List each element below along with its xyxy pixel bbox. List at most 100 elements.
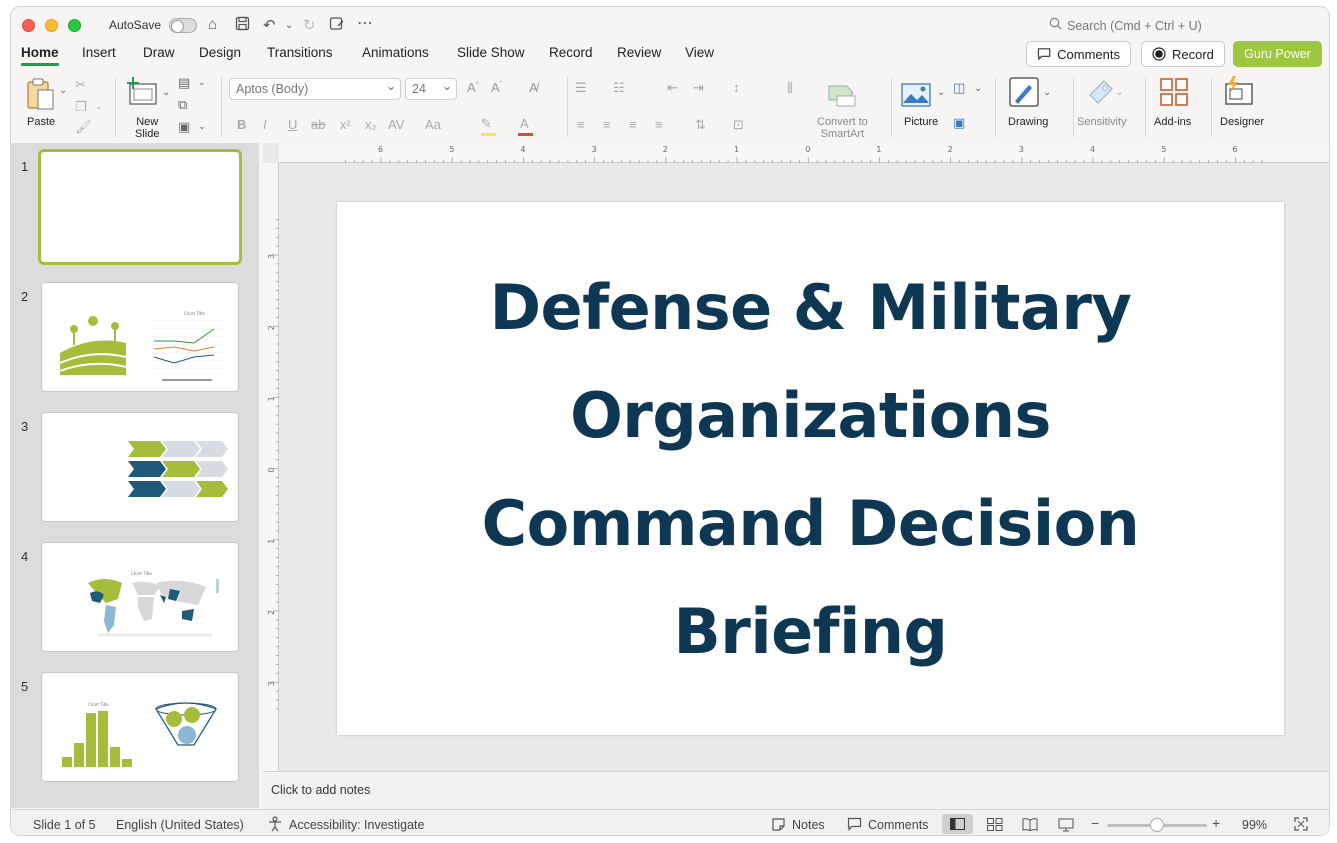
align-text-icon[interactable]: ⊡	[733, 117, 744, 133]
columns-icon[interactable]: ⫼	[787, 80, 793, 96]
paste-icon[interactable]	[25, 77, 57, 111]
undo-icon[interactable]: ↶	[263, 16, 276, 34]
picture-icon[interactable]	[901, 83, 931, 107]
underline-icon[interactable]: U	[288, 117, 297, 132]
addins-icon[interactable]	[1159, 77, 1189, 107]
highlight-icon[interactable]: ✎	[481, 116, 492, 132]
text-direction-icon[interactable]: ⇅	[695, 117, 706, 133]
paste-dropdown-icon[interactable]: ⌄	[59, 85, 67, 96]
zoom-out-button[interactable]: −	[1091, 815, 1099, 831]
home-icon[interactable]: ⌂	[208, 16, 217, 33]
new-slide-icon[interactable]	[127, 77, 159, 107]
align-right-icon[interactable]: ≡	[629, 117, 637, 132]
slide-editor[interactable]: 6543210123456 3210123 Defense & Military…	[263, 143, 1329, 771]
section-icon[interactable]: ▣	[178, 119, 190, 135]
minimize-window-button[interactable]	[45, 19, 58, 32]
align-left-icon[interactable]: ≡	[577, 117, 585, 132]
zoom-window-button[interactable]	[68, 19, 81, 32]
layout-icon[interactable]: ▤	[178, 75, 190, 91]
shapes-icon[interactable]: ◫	[953, 80, 965, 96]
clear-formatting-icon[interactable]: A̸	[529, 80, 538, 95]
notes-pane[interactable]: Click to add notes	[263, 771, 1329, 809]
thumbnail-slide-1[interactable]	[38, 149, 242, 265]
change-case-icon[interactable]: Aa	[425, 117, 441, 132]
thumbnail-slide-3[interactable]	[41, 412, 239, 522]
tab-record[interactable]: Record	[549, 45, 593, 60]
superscript-icon[interactable]: x²	[340, 117, 351, 132]
line-spacing-icon[interactable]: ↕	[733, 80, 740, 95]
character-spacing-icon[interactable]: AV	[388, 117, 404, 132]
notes-icon[interactable]	[771, 817, 786, 835]
copy-icon[interactable]: ❐	[75, 99, 87, 115]
zoom-level[interactable]: 99%	[1242, 818, 1267, 832]
save-icon[interactable]	[235, 16, 250, 35]
new-slide-dropdown-icon[interactable]: ⌄	[162, 87, 170, 98]
increase-font-icon[interactable]: A^	[467, 80, 479, 95]
tab-view[interactable]: View	[685, 45, 714, 60]
slide-title-placeholder[interactable]: Defense & Military Organizations Command…	[337, 254, 1284, 686]
horizontal-ruler[interactable]: 6 5 4 3 2 1 0 1 2 3 4 5 6	[279, 143, 1329, 163]
shapes-dropdown-icon[interactable]: ⌄	[974, 83, 982, 94]
justify-icon[interactable]: ≡	[655, 117, 663, 132]
thumbnail-slide-2[interactable]: Chart Title	[41, 282, 239, 392]
increase-indent-icon[interactable]: ⇥	[693, 80, 704, 96]
copy-dropdown-icon[interactable]: ⌄	[95, 101, 103, 112]
redo-icon[interactable]: ↻	[303, 16, 316, 34]
current-slide[interactable]: Defense & Military Organizations Command…	[337, 202, 1284, 735]
zoom-in-button[interactable]: +	[1212, 815, 1220, 831]
italic-icon[interactable]: I	[263, 117, 267, 132]
thumbnail-slide-4[interactable]: Chart Title	[41, 542, 239, 652]
notes-toggle[interactable]: Notes	[792, 818, 825, 832]
close-window-button[interactable]	[22, 19, 35, 32]
tab-review[interactable]: Review	[617, 45, 661, 60]
sensitivity-dropdown-icon[interactable]: ⌄	[1115, 87, 1123, 98]
thumbnail-slide-5[interactable]: Chart Title	[41, 672, 239, 782]
comments-toggle[interactable]: Comments	[868, 818, 928, 832]
subscript-icon[interactable]: x₂	[365, 117, 377, 132]
tab-animations[interactable]: Animations	[362, 45, 429, 60]
strikethrough-icon[interactable]: ab	[311, 117, 325, 132]
comments-status-icon[interactable]	[847, 817, 862, 834]
align-center-icon[interactable]: ≡	[603, 117, 611, 132]
font-size-combo[interactable]: 24	[405, 78, 457, 100]
sensitivity-icon[interactable]	[1086, 77, 1116, 107]
undo-dropdown-icon[interactable]: ⌄	[285, 20, 293, 31]
slide-thumbnails-pane[interactable]: 1 2 Chart Title 3 4 Chart Title 5 Chart …	[11, 143, 259, 808]
fit-to-window-icon[interactable]	[1294, 817, 1308, 831]
reading-view-icon[interactable]	[1022, 818, 1038, 831]
decrease-font-icon[interactable]: Aˇ	[491, 80, 502, 95]
more-icon[interactable]: ⋯	[357, 13, 373, 33]
language-indicator[interactable]: English (United States)	[116, 818, 244, 832]
customize-icon[interactable]	[329, 16, 345, 35]
picture-dropdown-icon[interactable]: ⌄	[937, 87, 945, 98]
textbox-icon[interactable]: ▣	[953, 115, 965, 131]
normal-view-button[interactable]	[942, 814, 973, 834]
font-color-icon[interactable]: A	[520, 116, 529, 131]
tab-draw[interactable]: Draw	[143, 45, 175, 60]
zoom-slider-thumb[interactable]	[1150, 818, 1164, 832]
tab-slide-show[interactable]: Slide Show	[457, 45, 525, 60]
drawing-icon[interactable]	[1009, 77, 1039, 107]
drawing-dropdown-icon[interactable]: ⌄	[1043, 87, 1051, 98]
numbering-icon[interactable]: ☷	[613, 80, 625, 96]
layout-dropdown-icon[interactable]: ⌄	[198, 77, 206, 88]
tab-design[interactable]: Design	[199, 45, 241, 60]
tab-insert[interactable]: Insert	[82, 45, 116, 60]
search-input[interactable]: Search (Cmd + Ctrl + U)	[1067, 19, 1202, 33]
slide-sorter-icon[interactable]	[987, 818, 1003, 831]
vertical-ruler[interactable]: 3210123	[263, 163, 279, 771]
reset-icon[interactable]: ⧉	[178, 97, 187, 113]
designer-icon[interactable]	[1223, 75, 1255, 107]
slideshow-view-icon[interactable]	[1058, 818, 1074, 832]
smartart-icon[interactable]	[827, 83, 857, 107]
autosave-toggle[interactable]	[169, 18, 197, 33]
accessibility-status[interactable]: Accessibility: Investigate	[289, 818, 424, 832]
format-painter-icon[interactable]: 🖌	[75, 119, 92, 135]
bold-icon[interactable]: B	[237, 117, 246, 132]
decrease-indent-icon[interactable]: ⇤	[667, 80, 678, 96]
guru-power-button[interactable]: Guru Power	[1233, 41, 1322, 67]
tab-home[interactable]: Home	[21, 45, 59, 66]
section-dropdown-icon[interactable]: ⌄	[198, 121, 206, 132]
font-name-combo[interactable]: Aptos (Body)	[229, 78, 401, 100]
bullets-icon[interactable]: ☰	[575, 80, 587, 96]
